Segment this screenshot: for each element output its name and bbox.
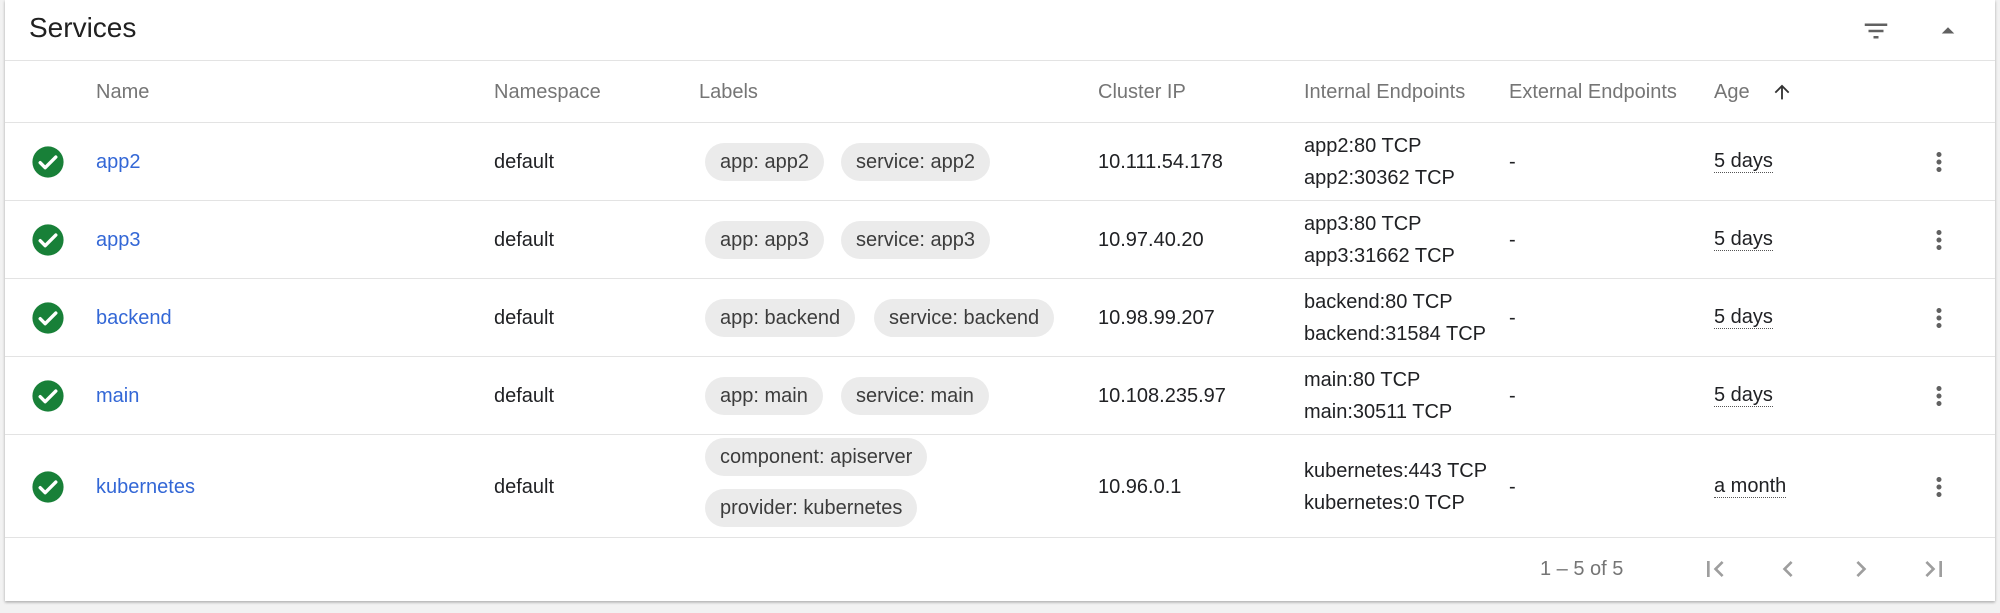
arrow-upward-icon[interactable] [1771, 81, 1793, 103]
cluster-ip-cell: 10.96.0.1 [1098, 475, 1182, 498]
chevron-right-icon [1856, 561, 1867, 577]
age-cell: 5 days [1714, 150, 1773, 173]
last-page-button[interactable] [1917, 552, 1951, 586]
column-header-name[interactable]: Name [96, 62, 149, 123]
row-actions-button[interactable] [1921, 300, 1957, 336]
first-page-icon [1707, 561, 1724, 577]
label-chip: service: app3 [841, 221, 990, 259]
check-circle-icon [32, 380, 64, 412]
namespace-cell: default [494, 475, 555, 498]
cluster-ip-cell: 10.98.99.207 [1098, 307, 1215, 329]
label-chip: service: backend [874, 299, 1055, 337]
internal-endpoint: app3:31662 TCP [1304, 245, 1455, 267]
internal-endpoint: app2:80 TCP [1304, 135, 1422, 157]
service-name-link[interactable]: backend [96, 306, 172, 330]
column-header-external-endpoints: External Endpoints [1509, 81, 1677, 103]
external-endpoints-cell: - [1509, 151, 1516, 173]
chevron-left-icon [1782, 561, 1793, 577]
row-actions-button[interactable] [1921, 378, 1957, 414]
internal-endpoints-cell: app2:80 TCP app2:30362 TCP [1304, 130, 1455, 194]
internal-endpoints-cell: main:80 TCP main:30511 TCP [1304, 364, 1452, 428]
service-name-link[interactable]: kubernetes [96, 475, 195, 499]
services-card: Services Name Namespace Labels Cluster I… [5, 0, 1995, 601]
cluster-ip-cell: 10.111.54.178 [1098, 151, 1223, 173]
internal-endpoints-cell: app3:80 TCP app3:31662 TCP [1304, 208, 1455, 272]
internal-endpoint: app2:30362 TCP [1304, 167, 1455, 189]
label-chip: provider: kubernetes [705, 489, 918, 527]
column-header-namespace[interactable]: Namespace [494, 62, 601, 123]
filter-button[interactable] [1855, 10, 1897, 52]
label-chip: app: app3 [705, 221, 824, 259]
more-vert-icon [1936, 152, 1942, 172]
namespace-cell: default [494, 385, 555, 407]
age-cell: 5 days [1714, 306, 1773, 329]
row-actions-button[interactable] [1921, 222, 1957, 258]
external-endpoints-cell: - [1509, 307, 1516, 329]
namespace-cell: default [494, 307, 555, 329]
cluster-ip-cell: 10.97.40.20 [1098, 229, 1204, 251]
more-vert-icon [1936, 386, 1942, 406]
namespace-cell: default [494, 229, 555, 251]
table-row: kubernetes default 10.96.0.1 - component: ap… [5, 435, 1995, 538]
service-name-link[interactable]: app3 [96, 228, 141, 252]
more-vert-icon [1936, 308, 1942, 328]
check-circle-icon [32, 470, 64, 503]
arrow-drop-up-icon [1941, 27, 1955, 34]
label-chip: app: app2 [705, 143, 824, 181]
external-endpoints-cell: - [1509, 229, 1516, 251]
table-row: main default 10.108.235.97 - app: main servic… [5, 357, 1995, 435]
age-cell: a month [1714, 474, 1787, 498]
label-chip: service: app2 [841, 143, 990, 181]
label-chip: app: main [705, 377, 823, 415]
range-label: 1 – 5 of 5 [1540, 558, 1624, 580]
check-circle-icon [32, 302, 64, 334]
table-row: backend default 10.98.99.207 - app: backend s… [5, 279, 1995, 357]
internal-endpoint: main:80 TCP [1304, 369, 1421, 391]
internal-endpoint: app3:80 TCP [1304, 213, 1422, 235]
cluster-ip-cell: 10.108.235.97 [1098, 385, 1226, 407]
last-page-icon [1925, 561, 1942, 577]
external-endpoints-cell: - [1509, 385, 1516, 407]
check-circle-icon [32, 146, 64, 178]
namespace-cell: default [494, 151, 555, 173]
column-header-labels: Labels [699, 81, 758, 103]
check-circle-icon [32, 224, 64, 256]
age-cell: 5 days [1714, 384, 1773, 407]
table-header-row: Name Namespace Labels Cluster IP Interna… [5, 62, 1995, 123]
card-header: Services [5, 0, 1995, 61]
label-chip: service: main [841, 377, 989, 415]
first-page-button[interactable] [1698, 552, 1732, 586]
internal-endpoints-cell: kubernetes:443 TCP kubernetes:0 TCP [1304, 455, 1487, 519]
internal-endpoints-cell: backend:80 TCP backend:31584 TCP [1304, 286, 1486, 350]
internal-endpoint: backend:31584 TCP [1304, 323, 1486, 345]
service-name-link[interactable]: main [96, 384, 139, 408]
column-header-cluster-ip: Cluster IP [1098, 81, 1186, 103]
row-actions-button[interactable] [1921, 144, 1957, 180]
previous-page-button[interactable] [1771, 552, 1805, 586]
row-actions-button[interactable] [1921, 469, 1957, 505]
more-vert-icon [1936, 476, 1942, 497]
more-vert-icon [1936, 230, 1942, 250]
card-title: Services [29, 12, 137, 43]
internal-endpoint: backend:80 TCP [1304, 291, 1453, 313]
next-page-button[interactable] [1844, 552, 1878, 586]
external-endpoints-cell: - [1509, 475, 1516, 498]
label-chip: component: apiserver [705, 438, 928, 476]
table-row: app3 default 10.97.40.20 - app: app3 service:… [5, 201, 1995, 279]
service-name-link[interactable]: app2 [96, 150, 141, 174]
paginator: 1 – 5 of 5 [5, 538, 1995, 601]
internal-endpoint: kubernetes:0 TCP [1304, 491, 1465, 514]
table-row: app2 default 10.111.54.178 - app: app2 servic… [5, 123, 1995, 201]
internal-endpoint: kubernetes:443 TCP [1304, 459, 1488, 482]
column-header-internal-endpoints: Internal Endpoints [1304, 81, 1466, 103]
label-chip: app: backend [705, 299, 856, 337]
collapse-button[interactable] [1927, 10, 1969, 52]
internal-endpoint: main:30511 TCP [1304, 401, 1453, 423]
age-cell: 5 days [1714, 228, 1773, 251]
column-header-age[interactable]: Age [1714, 62, 1750, 123]
filter-list-icon [1864, 23, 1888, 39]
